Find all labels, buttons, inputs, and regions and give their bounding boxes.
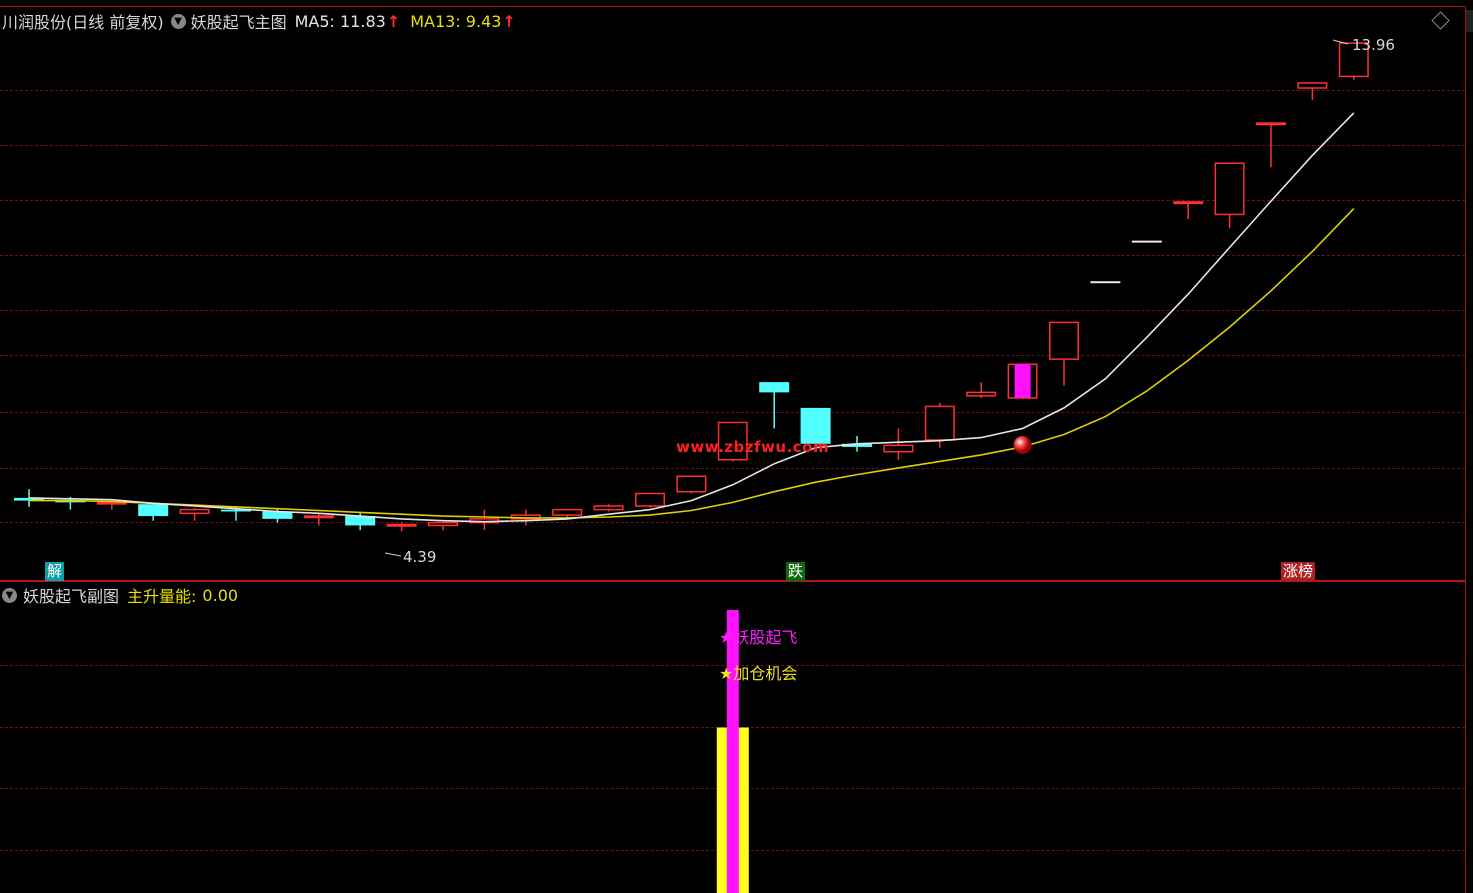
stock-name[interactable]: 川润股份(日线 前复权) (2, 9, 164, 33)
candle-body (1131, 240, 1162, 243)
candle-body (1256, 122, 1286, 126)
stock-chart-window: 川润股份(日线 前复权) ▼ 妖股起飞主图 MA5: 11.83 ↑ MA13:… (0, 0, 1473, 893)
low-price-label: 4.39 (403, 548, 437, 566)
tag-die[interactable]: 跌 (786, 562, 806, 581)
main-indicator-name[interactable]: 妖股起飞主图 (191, 9, 287, 33)
chevron-down-icon[interactable]: ▼ (2, 587, 17, 603)
low-price-pointer (384, 552, 402, 557)
candle-body (1297, 82, 1328, 89)
tag-jie[interactable]: 解 (45, 562, 65, 581)
main-title-bar: 川润股份(日线 前复权) ▼ 妖股起飞主图 MA5: 11.83 ↑ MA13:… (2, 9, 516, 33)
ma13-value: MA13: 9.43 (410, 11, 502, 31)
candle-body (303, 515, 334, 519)
signal-candle-highlight (1014, 364, 1031, 398)
main-volume-bar (726, 610, 739, 893)
watermark: www.zbzfwu.com (676, 438, 830, 456)
tag-zhangting[interactable]: 涨榜 (1281, 562, 1316, 581)
candle-body (179, 508, 210, 515)
chevron-down-icon[interactable]: ▼ (170, 13, 186, 29)
candle-body (1049, 321, 1079, 360)
candle-body (635, 492, 665, 507)
ma5-line (28, 112, 1355, 523)
candle-body (966, 391, 997, 397)
ball-marker-icon (1013, 435, 1032, 454)
ma13-up-arrow: ↑ (502, 11, 516, 31)
ma13-line (29, 208, 1355, 519)
candle-body (924, 405, 955, 441)
candle-body (1214, 162, 1245, 216)
candle-body (1090, 281, 1121, 284)
candle-body (138, 504, 169, 517)
candle-body (552, 508, 583, 516)
ma5-up-arrow: ↑ (386, 11, 401, 31)
signal-label-add-position: ★加仓机会 (719, 664, 798, 683)
signal-label-takeoff: ★妖股起飞 (719, 628, 798, 647)
candle-body (428, 521, 458, 527)
candle-body (759, 382, 790, 393)
metric-label: 主升量能: (127, 587, 197, 606)
sub-indicator-name[interactable]: 妖股起飞副图 (23, 583, 119, 607)
candle-body (386, 523, 417, 527)
high-price-label: 13.96 (1352, 36, 1395, 54)
candle-body (883, 444, 914, 453)
side-scroll-tab[interactable] (1466, 10, 1473, 32)
sub-title-bar: ▼ 妖股起飞副图 主升量能: 0.00 (2, 583, 239, 607)
ma5-value: MA5: 11.83 (294, 11, 386, 31)
candle-body (676, 475, 707, 493)
metric-value: 0.00 (202, 585, 239, 605)
candle-body (593, 505, 624, 511)
candle-body (1173, 201, 1204, 205)
